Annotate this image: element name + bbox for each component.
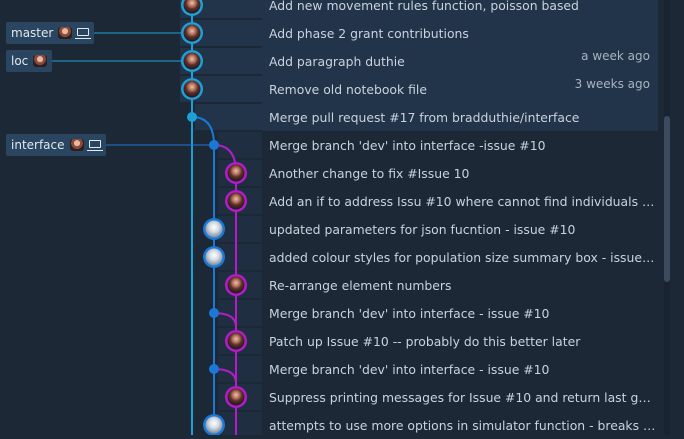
- author-avatar-icon: [227, 164, 245, 182]
- commit-message: Merge branch 'dev' into interface - issu…: [269, 305, 550, 321]
- author-avatar-icon: [183, 24, 201, 42]
- commit-message: Another change to fix #Issue 10: [269, 165, 470, 181]
- avatar-icon: [69, 139, 84, 151]
- commit-row[interactable]: added colour styles for population size …: [262, 243, 658, 271]
- commit-message: Merge pull request #17 from bradduthie/i…: [269, 109, 580, 125]
- commit-message: Patch up Issue #10 -- probably do this b…: [269, 333, 581, 349]
- author-avatar-icon: [205, 416, 223, 434]
- lane-shade: [218, 300, 262, 326]
- lane-shade: [218, 356, 262, 382]
- merge-commit-dot: [209, 140, 219, 150]
- merge-commit-dot: [187, 112, 197, 122]
- commit-message: Add new movement rules function, poisson…: [269, 0, 579, 13]
- author-avatar-icon: [227, 388, 245, 406]
- commit-message: Merge branch 'dev' into interface - issu…: [269, 361, 550, 377]
- commit-time: 3 weeks ago: [574, 77, 650, 91]
- lane-shade: [218, 132, 262, 158]
- commit-message: Re-arrange element numbers: [269, 277, 452, 293]
- lane-shade: [195, 104, 262, 130]
- commit-row[interactable]: Add paragraph duthie a week ago: [262, 47, 658, 75]
- commit-message: Merge branch 'dev' into interface -issue…: [269, 137, 546, 153]
- computer-icon: [75, 28, 92, 39]
- branch-ref-label: loc: [11, 54, 29, 68]
- author-avatar-icon: [227, 332, 245, 350]
- author-avatar-icon: [227, 192, 245, 210]
- scrollbar-thumb[interactable]: [664, 116, 670, 282]
- commit-message: attempts to use more options in simulato…: [269, 417, 658, 433]
- commit-row[interactable]: Add phase 2 grant contributions: [262, 19, 658, 47]
- commit-row[interactable]: Merge pull request #17 from bradduthie/i…: [262, 103, 658, 131]
- commit-row[interactable]: Merge branch 'dev' into interface - issu…: [262, 299, 658, 327]
- commit-time: a week ago: [581, 49, 650, 63]
- commit-row[interactable]: Merge branch 'dev' into interface -issue…: [262, 131, 658, 159]
- lane-interface: [191, 116, 215, 435]
- commit-message: Add an if to address Issu #10 where cann…: [269, 193, 658, 209]
- commit-row[interactable]: Suppress printing messages for Issue #10…: [262, 383, 658, 411]
- author-avatar-icon: [227, 276, 245, 294]
- branch-ref-interface[interactable]: interface: [6, 134, 106, 156]
- commit-row[interactable]: Re-arrange element numbers: [262, 271, 658, 299]
- commit-row[interactable]: Patch up Issue #10 -- probably do this b…: [262, 327, 658, 355]
- merge-commit-dot: [209, 308, 219, 318]
- branch-ref-master[interactable]: master: [6, 22, 95, 44]
- commit-message: Add phase 2 grant contributions: [269, 25, 469, 41]
- commit-message: Suppress printing messages for Issue #10…: [269, 389, 658, 405]
- commit-message: updated parameters for json fucntion - i…: [269, 221, 576, 237]
- commit-row[interactable]: Another change to fix #Issue 10: [262, 159, 658, 187]
- commit-row[interactable]: Remove old notebook file 3 weeks ago: [262, 75, 658, 103]
- branch-ref-label: interface: [11, 138, 65, 152]
- avatar-icon: [58, 27, 73, 39]
- author-avatar-icon: [183, 52, 201, 70]
- scrollbar[interactable]: [664, 0, 670, 435]
- computer-icon: [86, 140, 103, 151]
- commit-row[interactable]: Merge branch 'dev' into interface - issu…: [262, 355, 658, 383]
- commit-message: added colour styles for population size …: [269, 249, 658, 265]
- commit-row[interactable]: updated parameters for json fucntion - i…: [262, 215, 658, 243]
- merge-commit-dot: [209, 364, 219, 374]
- author-avatar-icon: [205, 248, 223, 266]
- branch-ref-label: master: [11, 26, 54, 40]
- author-avatar-icon: [205, 220, 223, 238]
- branch-ref-loc[interactable]: loc: [6, 50, 53, 72]
- author-avatar-icon: [183, 80, 201, 98]
- commit-row[interactable]: Add an if to address Issu #10 where cann…: [262, 187, 658, 215]
- avatar-icon: [33, 55, 48, 67]
- commit-row[interactable]: Add new movement rules function, poisson…: [262, 0, 658, 19]
